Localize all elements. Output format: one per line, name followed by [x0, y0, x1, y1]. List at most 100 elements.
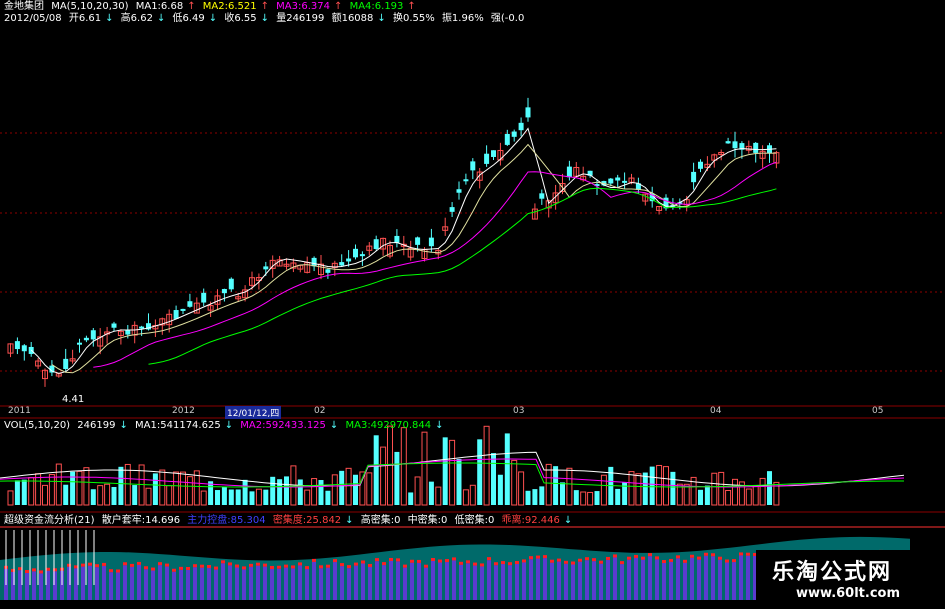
indicator-bar [298, 565, 302, 600]
indicator-bar [39, 573, 43, 600]
indicator-bar [130, 566, 134, 600]
indicator-bar [445, 562, 449, 600]
moving-average-line [51, 143, 777, 374]
volume-bar [277, 479, 283, 505]
indicator-marker [725, 559, 729, 563]
volume-bar [270, 476, 276, 505]
indicator-bar [326, 567, 330, 600]
indicator-bar [718, 559, 722, 600]
volume-bar [421, 431, 428, 506]
candle-body [14, 341, 20, 350]
volume-bar [732, 478, 738, 506]
candle-body [339, 262, 345, 266]
indicator-marker [228, 562, 232, 566]
indicator-bar [529, 559, 533, 600]
volume-bar [14, 480, 20, 505]
candle-body [353, 248, 358, 258]
volume-title-row: VOL(5,10,20) 246199 ↓ MA1:541174.625 ↓ MA2… [4, 420, 448, 432]
indicator-bar [270, 568, 274, 600]
volume-spec[interactable]: VOL(5,10,20) [4, 420, 70, 431]
indicator-bar [683, 562, 687, 600]
volume-bar [511, 459, 518, 506]
indicator-bar [648, 556, 652, 600]
volume-bar [186, 476, 193, 506]
volume-bar [560, 482, 565, 505]
indicator-marker [410, 559, 414, 563]
indicator-bar [172, 571, 176, 600]
indicator-marker [263, 563, 267, 567]
volume-bar [615, 488, 621, 505]
indicator-marker [249, 563, 253, 567]
stock-chart-screen: 金地集团 MA(5,10,20,30) MA1:6.68 ↑ MA2:6.521 ↑… [0, 0, 945, 609]
indicator-marker [165, 563, 169, 567]
ma1-value: MA1:6.68 [135, 1, 184, 12]
down-arrow-icon: ↓ [260, 13, 270, 24]
indicator-bar [459, 564, 463, 600]
indicator-marker [116, 569, 120, 573]
indicator-bar [550, 562, 554, 600]
indicator-bar [81, 566, 85, 600]
indicator-marker [403, 564, 407, 568]
watermark: 乐淘公式网 www.60lt.com [756, 550, 945, 609]
indicator-marker [32, 568, 36, 572]
volume-bar [339, 470, 345, 505]
title-row: 金地集团 MA(5,10,20,30) MA1:6.68 ↑ MA2:6.521 ↑… [4, 1, 420, 13]
indicator-bar [347, 568, 351, 600]
indicator-retail: 散户套牢:14.696 [101, 515, 181, 526]
indicator-marker [235, 564, 239, 568]
indicator-marker [18, 567, 22, 571]
candle-body [359, 254, 365, 257]
candle-body [228, 278, 234, 290]
indicator-marker [214, 566, 218, 570]
indicator-marker [606, 556, 610, 560]
indicator-name[interactable]: 超级资金流分析(21) [4, 515, 95, 526]
volume-bar [698, 489, 703, 505]
indicator-bar [410, 562, 414, 600]
indicator-bar [228, 565, 232, 600]
volume-bar [263, 489, 269, 505]
down-arrow-icon: ↓ [377, 13, 386, 24]
candle-body [566, 166, 572, 178]
indicator-bar [361, 563, 365, 600]
indicator-marker [494, 562, 498, 566]
indicator-marker [522, 559, 526, 563]
quote-turnover: 换0.55% [392, 13, 435, 24]
stock-name[interactable]: 金地集团 [4, 1, 44, 12]
volume-bar [380, 446, 387, 506]
volume-bar [566, 467, 573, 506]
indicator-marker [669, 558, 673, 562]
indicator-marker [151, 567, 155, 571]
candle-body [201, 292, 207, 303]
indicator-bar [151, 570, 155, 600]
volume-bar [745, 488, 752, 506]
indicator-bar [704, 555, 708, 600]
indicator-marker [270, 565, 274, 569]
indicator-bar [466, 563, 470, 600]
indicator-marker [298, 562, 302, 566]
indicator-bar [18, 570, 22, 600]
volume-bar [21, 479, 27, 505]
volume-bar [539, 486, 545, 505]
indicator-marker [599, 560, 603, 564]
indicator-title-row: 超级资金流分析(21) 散户套牢:14.696 主力控盘:85.304 密集度:… [4, 515, 576, 527]
time-label-03: 03 [513, 406, 525, 416]
candle-body [173, 310, 179, 319]
candle-body [491, 150, 496, 157]
volume-bar [394, 451, 400, 505]
indicator-bar [46, 570, 50, 600]
up-arrow-icon: ↑ [260, 1, 269, 12]
volume-bar [518, 471, 525, 506]
indicator-bar [179, 569, 183, 600]
time-axis: 2011 2012 12/01/12,四 02 03 04 05 [0, 406, 945, 419]
time-label-05: 05 [872, 406, 884, 416]
indicator-bar [375, 561, 379, 600]
indicator-bar [606, 559, 610, 600]
indicator-marker [473, 562, 477, 566]
volume-bar [649, 466, 655, 505]
indicator-marker [466, 560, 470, 564]
volume-bar [249, 491, 255, 505]
volume-ma2: MA2:592433.125 [240, 420, 326, 431]
indicator-marker [452, 557, 456, 561]
candle-body [753, 142, 759, 153]
indicator-main-control: 主力控盘:85.304 [187, 515, 266, 526]
